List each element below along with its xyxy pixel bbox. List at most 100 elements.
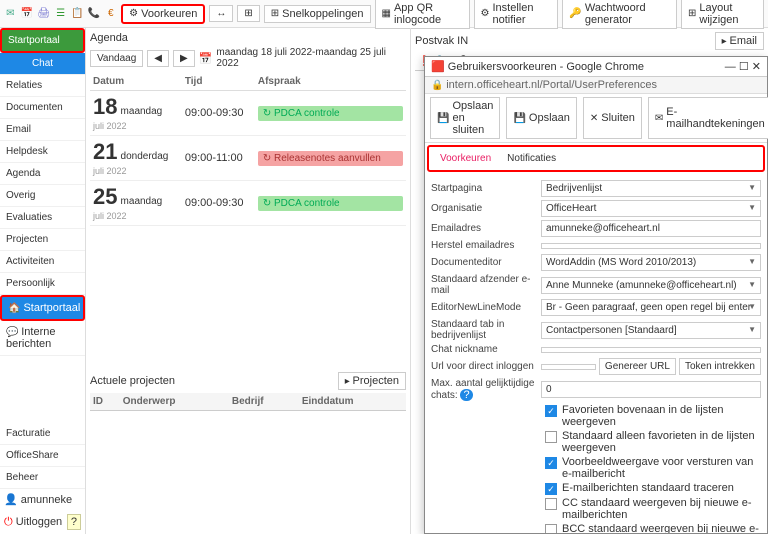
field-select[interactable]: Br - Geen paragraaf, geen open regel bij…: [541, 299, 761, 316]
tb-icon[interactable]: 📞: [88, 7, 101, 21]
tab-voorkeuren[interactable]: Voorkeuren: [432, 150, 499, 167]
save-close-button[interactable]: 💾 Opslaan en sluiten: [430, 97, 500, 139]
checkbox[interactable]: [545, 431, 557, 443]
checkbox[interactable]: [545, 483, 557, 495]
password-button[interactable]: 🔑 Wachtwoord generator: [562, 0, 677, 29]
email-nav[interactable]: Email: [0, 119, 85, 141]
checkbox[interactable]: [545, 457, 557, 469]
checkbox-label: CC standaard weergeven bij nieuwe e-mail…: [562, 497, 761, 521]
user-row: 👤 amunneke: [0, 489, 85, 510]
startportaal2-nav[interactable]: 🏠 Startportaal: [0, 295, 85, 321]
checkbox-label: Voorbeeldweergave voor versturen van e-m…: [562, 456, 761, 480]
field-label: Chat nickname: [431, 344, 541, 355]
sidebar: Startportaal Chat Relaties Documenten Em…: [0, 28, 86, 534]
col-appointment: Afspraak: [255, 73, 406, 91]
field-input[interactable]: amunneke@officeheart.nl: [541, 220, 761, 237]
projecten-nav[interactable]: Projecten: [0, 229, 85, 251]
beheer-nav[interactable]: Beheer: [0, 467, 85, 489]
popup-tabs: Voorkeuren Notificaties: [427, 145, 765, 172]
field-label: Organisatie: [431, 203, 541, 214]
checkbox[interactable]: [545, 498, 557, 510]
main-toolbar: ✉ 📅 🖨 ☰ 📋 📞 € ⚙ Voorkeuren ↔ ⊞ ⊞ Snelkop…: [0, 0, 768, 28]
evaluaties-nav[interactable]: Evaluaties: [0, 207, 85, 229]
field-label: Documenteditor: [431, 257, 541, 268]
projects-title: Actuele projecten: [90, 375, 175, 387]
projects-table: ID Onderwerp Bedrijf Einddatum: [90, 393, 406, 411]
tab-notificaties[interactable]: Notificaties: [499, 150, 564, 167]
tb-icon[interactable]: 📅: [21, 7, 34, 21]
layout-button[interactable]: ⊞ Layout wijzigen: [681, 0, 764, 29]
tb-icon[interactable]: ✉: [4, 7, 17, 21]
signatures-button[interactable]: ✉ E-mailhandtekeningen: [648, 97, 768, 139]
field-select[interactable]: WordAddin (MS Word 2010/2013): [541, 254, 761, 271]
gen-url-button[interactable]: Genereer URL: [599, 358, 676, 375]
logout-row[interactable]: ⏻ Uitloggen ?: [0, 510, 85, 534]
close-button[interactable]: ✕: [752, 61, 761, 73]
field-select[interactable]: Bedrijvenlijst: [541, 180, 761, 197]
tb-icon[interactable]: €: [104, 7, 117, 21]
appointment[interactable]: ↻ Releasenotes aanvullen: [258, 151, 403, 166]
checkbox-label: BCC standaard weergeven bij nieuwe e-mai…: [562, 523, 761, 533]
officeshare-nav[interactable]: OfficeShare: [0, 445, 85, 467]
agenda-title: Agenda: [90, 32, 128, 44]
tb-icon[interactable]: 📋: [71, 7, 84, 21]
tb-btn[interactable]: ↔: [209, 5, 233, 22]
popup-titlebar: 🟥 Gebruikersvoorkeuren - Google Chrome —…: [425, 57, 767, 77]
field-input[interactable]: 0: [541, 381, 761, 398]
documenten-nav[interactable]: Documenten: [0, 97, 85, 119]
projects-button[interactable]: ▸ Projecten: [338, 372, 406, 390]
startportaal-nav[interactable]: Startportaal: [0, 28, 85, 53]
notifier-button[interactable]: ⚙ Instellen notifier: [474, 0, 559, 29]
checkbox-label: Standaard alleen favorieten in de lijste…: [562, 430, 761, 454]
checkbox[interactable]: [545, 524, 557, 533]
field-select[interactable]: OfficeHeart: [541, 200, 761, 217]
inbox-title: Postvak IN: [415, 35, 468, 47]
save-button[interactable]: 💾 Opslaan: [506, 97, 576, 139]
chat-nav[interactable]: Chat: [0, 53, 85, 75]
field-input[interactable]: [541, 364, 596, 370]
internal-nav[interactable]: 💬 Interne berichten: [0, 321, 85, 356]
field-label: Standaard tab in bedrijvenlijst: [431, 319, 541, 341]
preferences-popup: 🟥 Gebruikersvoorkeuren - Google Chrome —…: [424, 56, 768, 534]
field-label: Standaard afzender e-mail: [431, 274, 541, 296]
appointment[interactable]: ↻ PDCA controle: [258, 106, 403, 121]
checkbox[interactable]: [545, 405, 557, 417]
today-button[interactable]: Vandaag: [90, 50, 143, 67]
calendar-icon[interactable]: 📅: [199, 52, 213, 65]
tb-icon[interactable]: ☰: [54, 7, 67, 21]
agenda-nav[interactable]: Agenda: [0, 163, 85, 185]
field-label: Max. aantal gelijktijdige chats: ?: [431, 378, 541, 401]
appointment[interactable]: ↻ PDCA controle: [258, 196, 403, 211]
next-button[interactable]: ▶: [173, 50, 195, 67]
facturatie-nav[interactable]: Facturatie: [0, 423, 85, 445]
maximize-button[interactable]: ☐: [739, 61, 749, 73]
field-input[interactable]: [541, 347, 761, 353]
minimize-button[interactable]: —: [725, 61, 736, 73]
field-input[interactable]: [541, 243, 761, 249]
agenda-table: Datum Tijd Afspraak 18 maandagjuli 2022 …: [90, 73, 406, 226]
date-range: maandag 18 juli 2022-maandag 25 juli 202…: [216, 47, 406, 69]
persoonlijk-nav[interactable]: Persoonlijk: [0, 273, 85, 295]
field-label: Emailadres: [431, 223, 541, 234]
relaties-nav[interactable]: Relaties: [0, 75, 85, 97]
revoke-token-button[interactable]: Token intrekken: [679, 358, 761, 375]
email-button[interactable]: ▸ Email: [715, 32, 764, 50]
close-btn[interactable]: ✕ Sluiten: [583, 97, 642, 139]
activiteiten-nav[interactable]: Activiteiten: [0, 251, 85, 273]
popup-toolbar: 💾 Opslaan en sluiten 💾 Opslaan ✕ Sluiten…: [425, 94, 767, 143]
prev-button[interactable]: ◀: [147, 50, 169, 67]
field-label: Startpagina: [431, 183, 541, 194]
col-date: Datum: [90, 73, 182, 91]
field-select[interactable]: Contactpersonen [Standaard]: [541, 322, 761, 339]
snelkoppelingen-button[interactable]: ⊞ Snelkoppelingen: [264, 5, 371, 23]
tb-icon[interactable]: 🖨: [37, 7, 50, 21]
checkbox-label: Favorieten bovenaan in de lijsten weerge…: [562, 404, 761, 428]
field-select[interactable]: Anne Munneke (amunneke@officeheart.nl): [541, 277, 761, 294]
col-time: Tijd: [182, 73, 255, 91]
voorkeuren-button[interactable]: ⚙ Voorkeuren: [121, 4, 205, 24]
helpdesk-nav[interactable]: Helpdesk: [0, 141, 85, 163]
overig-nav[interactable]: Overig: [0, 185, 85, 207]
tb-btn[interactable]: ⊞: [237, 5, 259, 22]
qr-button[interactable]: ▦ App QR inlogcode: [375, 0, 470, 29]
checkbox-label: E-mailberichten standaard traceren: [562, 482, 734, 494]
